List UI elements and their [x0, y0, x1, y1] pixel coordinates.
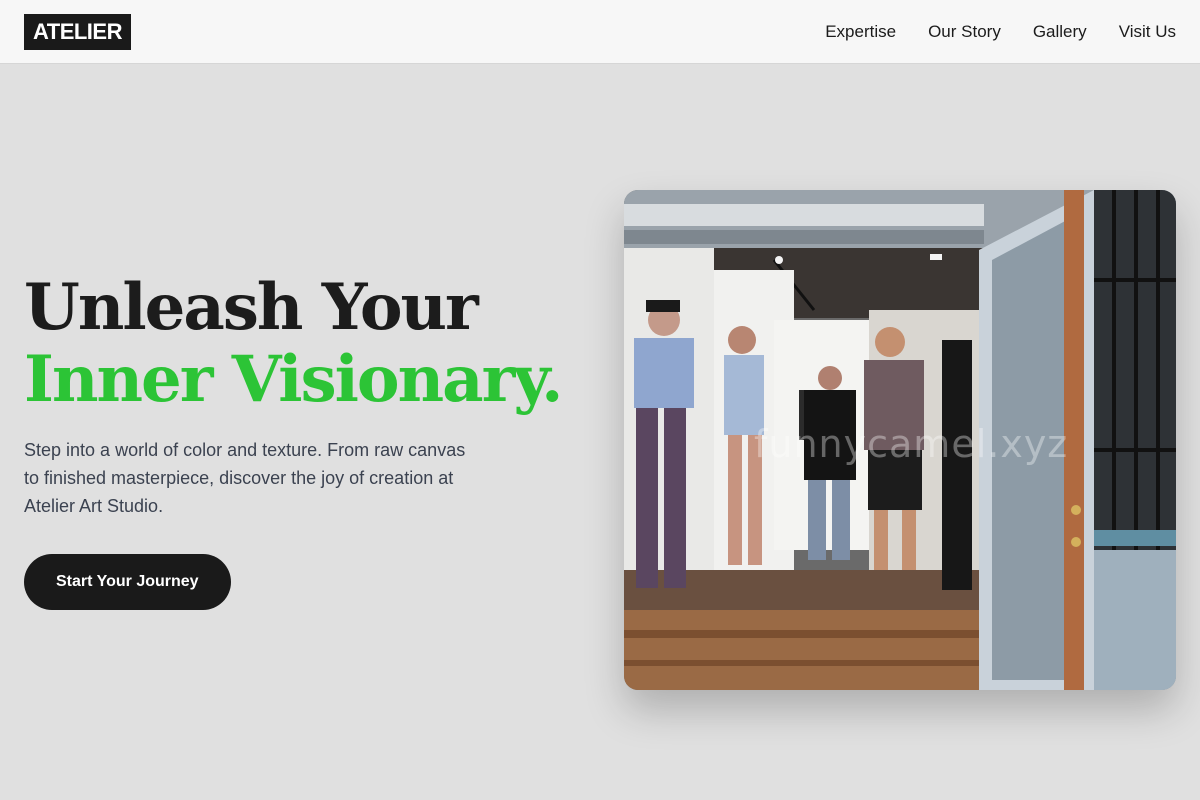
nav-link-our-story[interactable]: Our Story [928, 22, 1001, 42]
nav-link-expertise[interactable]: Expertise [825, 22, 896, 42]
nav-link-visit-us[interactable]: Visit Us [1119, 22, 1176, 42]
nav-link-gallery[interactable]: Gallery [1033, 22, 1087, 42]
hero-headline: Unleash Your Inner Visionary. [24, 272, 584, 416]
hero-headline-line1: Unleash Your [24, 270, 479, 345]
top-nav-bar: ATELIER Expertise Our Story Gallery Visi… [0, 0, 1200, 64]
start-journey-button[interactable]: Start Your Journey [24, 554, 231, 610]
main-nav: Expertise Our Story Gallery Visit Us [825, 22, 1176, 42]
brand-logo[interactable]: ATELIER [24, 13, 131, 50]
hero-description: Step into a world of color and texture. … [24, 440, 466, 516]
hero-section: Unleash Your Inner Visionary. Step into … [24, 272, 584, 610]
photo-watermark: funnycamel.xyz [754, 422, 1069, 466]
hero-headline-line2: Inner Visionary. [24, 342, 563, 417]
gallery-photo: funnycamel.xyz [624, 190, 1176, 690]
